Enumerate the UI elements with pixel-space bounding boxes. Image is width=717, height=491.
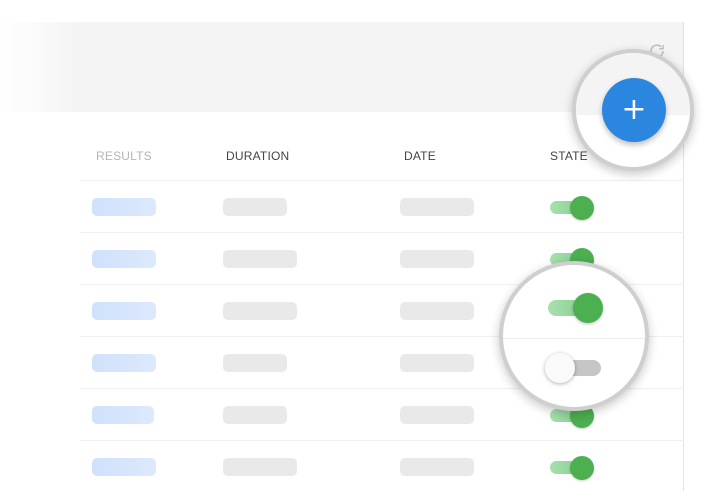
results-placeholder (92, 458, 156, 476)
results-placeholder (92, 354, 156, 372)
duration-placeholder (223, 458, 297, 476)
results-placeholder (92, 250, 156, 268)
row-divider (503, 338, 645, 339)
column-header-state[interactable]: STATE (550, 149, 588, 163)
results-placeholder (92, 302, 156, 320)
state-toggle[interactable] (550, 456, 596, 480)
date-placeholder (400, 354, 474, 372)
duration-placeholder (223, 354, 287, 372)
add-button-callout: + (572, 49, 694, 171)
date-placeholder (400, 302, 474, 320)
results-placeholder (92, 198, 156, 216)
date-placeholder (400, 198, 474, 216)
toggle-on-zoomed[interactable] (548, 291, 608, 323)
duration-placeholder (223, 250, 297, 268)
table-row[interactable] (80, 180, 684, 233)
column-header-date[interactable]: DATE (404, 149, 436, 163)
toggle-off-zoomed[interactable] (545, 351, 605, 383)
state-toggle[interactable] (550, 196, 596, 220)
duration-placeholder (223, 406, 287, 424)
column-header-results[interactable]: RESULTS (96, 149, 152, 163)
duration-placeholder (223, 302, 297, 320)
add-button[interactable]: + (602, 78, 666, 142)
duration-placeholder (223, 198, 287, 216)
toggle-callout (499, 261, 649, 411)
results-placeholder (92, 406, 154, 424)
table-row[interactable] (80, 440, 684, 491)
date-placeholder (400, 250, 474, 268)
date-placeholder (400, 458, 474, 476)
column-header-duration[interactable]: DURATION (226, 149, 289, 163)
date-placeholder (400, 406, 474, 424)
plus-icon: + (621, 92, 647, 127)
